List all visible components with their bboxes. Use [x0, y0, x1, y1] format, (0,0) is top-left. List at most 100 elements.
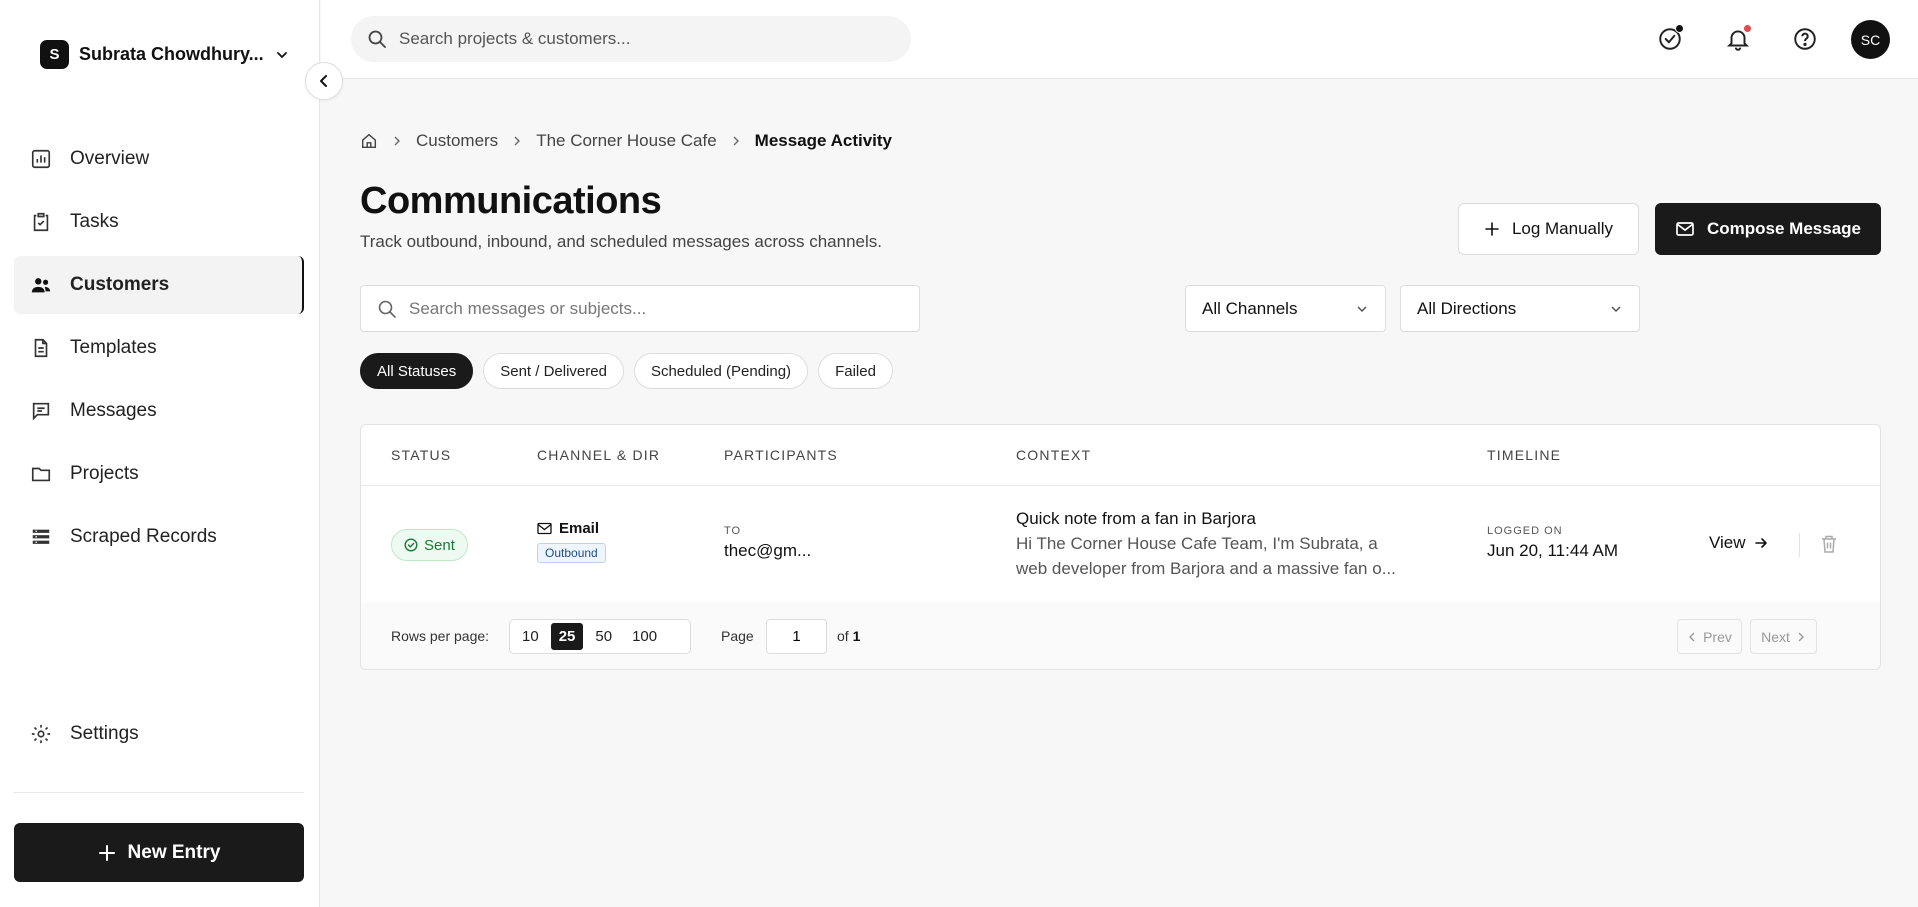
- rows-per-page-selector: 10 25 50 100: [509, 619, 691, 654]
- plus-icon: [98, 844, 116, 862]
- chevron-down-icon: [1355, 302, 1369, 316]
- sidebar-item-scraped-records[interactable]: Scraped Records: [14, 508, 304, 566]
- help-icon: [1792, 26, 1818, 52]
- message-subject: Quick note from a fan in Barjora: [1016, 509, 1257, 528]
- list-icon: [30, 526, 52, 548]
- arrow-right-icon: [1754, 536, 1768, 550]
- message-search-input[interactable]: [409, 298, 909, 319]
- next-label: Next: [1761, 628, 1790, 645]
- sidebar-item-settings[interactable]: Settings: [14, 705, 304, 763]
- chevron-right-icon: [731, 136, 741, 146]
- rows-option-25[interactable]: 25: [550, 623, 584, 650]
- search-icon: [367, 29, 387, 49]
- chart-icon: [30, 148, 52, 170]
- action-separator: [1799, 533, 1800, 557]
- view-label: View: [1709, 533, 1746, 552]
- chevron-down-icon: [1609, 302, 1623, 316]
- users-icon: [30, 274, 52, 296]
- channel-select[interactable]: All Channels: [1185, 285, 1386, 332]
- global-search-input[interactable]: [399, 29, 879, 49]
- rows-per-page-label: Rows per page:: [391, 628, 490, 644]
- chip-all-statuses[interactable]: All Statuses: [360, 353, 474, 389]
- log-manually-label: Log Manually: [1511, 219, 1614, 238]
- tasks-indicator-dot: [1675, 24, 1684, 33]
- chat-icon: [30, 400, 52, 422]
- chevron-left-icon: [1687, 632, 1697, 642]
- sidebar-item-tasks[interactable]: Tasks: [14, 193, 304, 251]
- sidebar-item-projects[interactable]: Projects: [14, 445, 304, 503]
- page-title: Communications: [360, 180, 662, 222]
- message-preview-line-1: Hi The Corner House Cafe Team, I'm Subra…: [1016, 534, 1378, 553]
- sidebar-item-label: Customers: [70, 274, 170, 295]
- page-number-input[interactable]: [766, 619, 827, 654]
- status-text: Sent: [424, 536, 455, 554]
- chevron-right-icon: [512, 136, 522, 146]
- breadcrumb-customer[interactable]: The Corner House Cafe: [536, 131, 716, 151]
- participant-label: TO: [724, 525, 742, 537]
- log-manually-button[interactable]: Log Manually: [1458, 203, 1639, 255]
- rows-option-10[interactable]: 10: [514, 623, 547, 650]
- sidebar-item-label: Scraped Records: [70, 526, 217, 547]
- global-search[interactable]: [351, 16, 911, 62]
- sidebar-item-label: Projects: [70, 463, 139, 484]
- prev-page-button[interactable]: Prev: [1677, 619, 1742, 654]
- page-total: of 1: [837, 628, 860, 644]
- breadcrumb: Customers The Corner House Cafe Message …: [360, 131, 892, 151]
- message-search[interactable]: [360, 285, 920, 332]
- workspace-name: Subrata Chowdhury...: [79, 44, 264, 64]
- plus-icon: [1484, 221, 1500, 237]
- sidebar-item-customers[interactable]: Customers: [14, 256, 304, 314]
- chip-scheduled[interactable]: Scheduled (Pending): [633, 353, 809, 389]
- mail-icon: [537, 522, 552, 535]
- delete-button[interactable]: [1820, 534, 1838, 554]
- participant-email: thec@gm...: [724, 541, 812, 560]
- chevron-left-icon: [317, 74, 331, 88]
- chip-failed[interactable]: Failed: [818, 353, 893, 389]
- sidebar-item-label: Tasks: [70, 211, 119, 232]
- home-icon[interactable]: [360, 132, 378, 150]
- rows-option-50[interactable]: 50: [587, 623, 620, 650]
- workspace-logo: S: [40, 40, 69, 69]
- direction-select[interactable]: All Directions: [1400, 285, 1640, 332]
- new-entry-button[interactable]: New Entry: [14, 823, 304, 882]
- channel-name: Email: [559, 520, 600, 537]
- compose-message-label: Compose Message: [1707, 219, 1861, 238]
- chevron-right-icon: [1796, 632, 1806, 642]
- rows-option-100[interactable]: 100: [624, 623, 665, 650]
- breadcrumb-customers[interactable]: Customers: [416, 131, 498, 151]
- status-badge: Sent: [391, 529, 468, 561]
- check-circle-icon: [404, 538, 418, 552]
- trash-icon: [1820, 534, 1838, 554]
- sidebar-item-overview[interactable]: Overview: [14, 130, 304, 188]
- notification-dot: [1743, 24, 1752, 33]
- tasks-status-button[interactable]: [1653, 22, 1687, 56]
- communications-table: STATUS CHANNEL & DIR PARTICIPANTS CONTEX…: [360, 424, 1881, 670]
- channel-select-value: All Channels: [1202, 298, 1298, 318]
- timeline-value: Jun 20, 11:44 AM: [1487, 541, 1619, 560]
- avatar[interactable]: SC: [1851, 20, 1890, 59]
- column-header-timeline: TIMELINE: [1487, 447, 1562, 463]
- context-cell: Quick note from a fan in Barjora Hi The …: [1016, 509, 1416, 581]
- sidebar-item-label: Overview: [70, 148, 150, 169]
- compose-message-button[interactable]: Compose Message: [1655, 203, 1881, 255]
- workspace-switcher[interactable]: S Subrata Chowdhury...: [40, 40, 290, 69]
- gear-icon: [30, 723, 52, 745]
- channel-cell: Email Outbound: [537, 520, 606, 563]
- notifications-button[interactable]: [1721, 22, 1755, 56]
- message-preview-line-2: web developer from Barjora and a massive…: [1016, 559, 1396, 578]
- sidebar-item-messages[interactable]: Messages: [14, 382, 304, 440]
- column-header-status: STATUS: [391, 447, 452, 463]
- sidebar-item-templates[interactable]: Templates: [14, 319, 304, 377]
- sidebar-nav: Overview Tasks Customers Templates Messa…: [14, 130, 304, 571]
- sidebar-settings-group: Settings: [14, 705, 304, 768]
- collapse-sidebar-button[interactable]: [305, 62, 343, 100]
- page-of-label: of: [837, 628, 849, 644]
- sidebar-item-label: Templates: [70, 337, 157, 358]
- sidebar-item-label: Settings: [70, 723, 139, 744]
- clipboard-check-icon: [30, 211, 52, 233]
- sidebar: S Subrata Chowdhury... Overview Tasks Cu…: [0, 0, 320, 907]
- next-page-button[interactable]: Next: [1750, 619, 1817, 654]
- chip-sent-delivered[interactable]: Sent / Delivered: [483, 353, 624, 389]
- help-button[interactable]: [1788, 22, 1822, 56]
- view-button[interactable]: View: [1709, 533, 1768, 553]
